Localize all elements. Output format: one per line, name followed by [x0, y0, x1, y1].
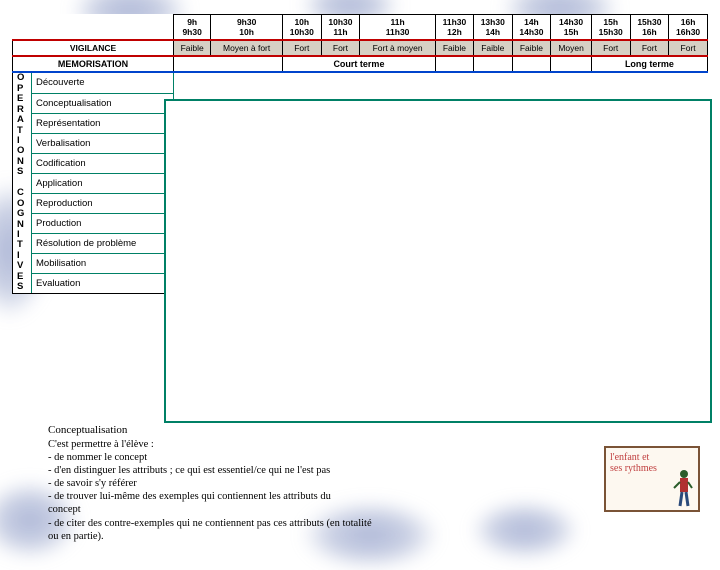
time-col: 13h3014h [473, 15, 512, 41]
logo-box: l'enfant etses rythmes [604, 446, 700, 512]
time-col: 9h9h30 [174, 15, 211, 41]
court-terme: Court terme [282, 56, 435, 72]
time-col: 9h3010h [211, 15, 283, 41]
time-col: 14h14h30 [512, 15, 551, 41]
time-col: 10h10h30 [282, 15, 321, 41]
time-col: 10h3011h [321, 15, 360, 41]
time-col: 11h11h30 [360, 15, 436, 41]
note-line: ou en partie). [48, 530, 548, 543]
memorisation-row: MEMORISATION Court terme Long terme [13, 56, 708, 72]
note-line: - de nommer le concept [48, 451, 548, 464]
time-header-row: 9h9h30 9h3010h 10h10h30 10h3011h 11h11h3… [13, 15, 708, 41]
memorisation-label: MEMORISATION [13, 56, 174, 72]
child-figure-icon [668, 466, 694, 508]
operations-vertical-label: OPERATIONS COGNITIVES [13, 72, 32, 293]
note-title: Conceptualisation [48, 424, 548, 438]
note-line: - de savoir s'y référer [48, 477, 548, 490]
time-col: 15h15h30 [591, 15, 630, 41]
note-line: - de citer des contre-exemples qui ne co… [48, 517, 548, 530]
vigilance-row: VIGILANCE FaibleMoyen à fort FortFort Fo… [13, 40, 708, 56]
time-col: 16h16h30 [669, 15, 708, 41]
long-terme: Long terme [591, 56, 707, 72]
vigilance-label: VIGILANCE [13, 40, 174, 56]
white-overlay [164, 99, 712, 423]
time-col: 14h3015h [551, 15, 592, 41]
note-line: - d'en distinguer les attributs ; ce qui… [48, 464, 548, 477]
note-line: - de trouver lui-même des exemples qui c… [48, 490, 548, 503]
note-line: C'est permettre à l'élève : [48, 438, 548, 451]
time-col: 15h3016h [630, 15, 669, 41]
table-row: OPERATIONS COGNITIVESDécouverte [13, 72, 708, 93]
note-line: concept [48, 503, 548, 516]
conceptualisation-note: Conceptualisation C'est permettre à l'él… [48, 424, 548, 543]
time-col: 11h3012h [435, 15, 473, 41]
